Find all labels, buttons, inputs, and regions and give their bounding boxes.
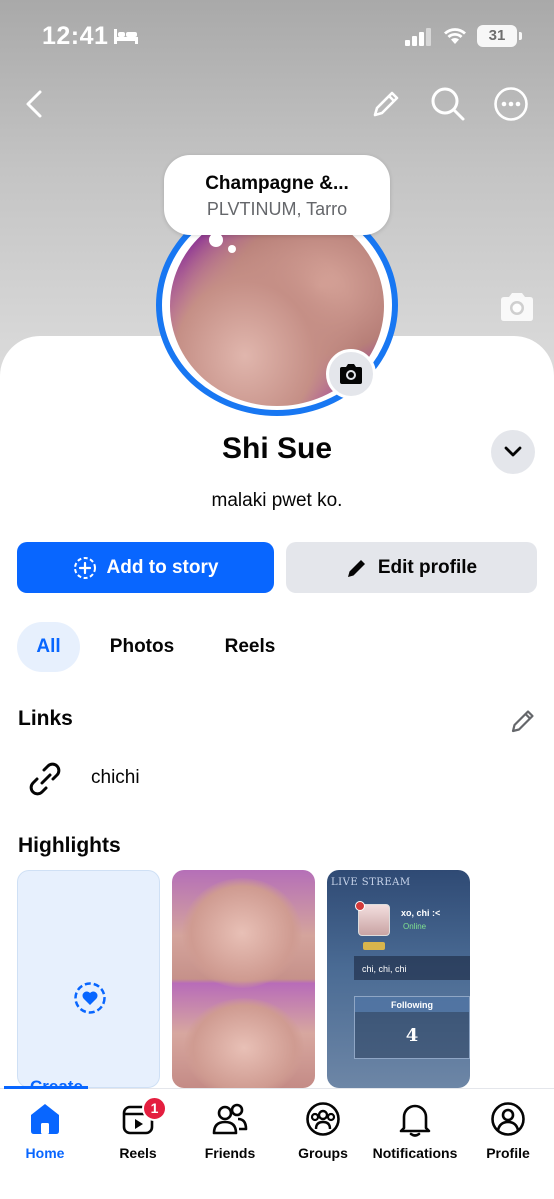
cover-camera-button[interactable] bbox=[498, 292, 536, 322]
more-button[interactable] bbox=[491, 84, 531, 124]
highlight-card-live[interactable]: LIVE STREAM xo, chi :< Online chi, chi, … bbox=[327, 870, 470, 1088]
home-icon bbox=[31, 1104, 59, 1134]
note-tail-dot bbox=[209, 233, 223, 247]
tab-profile[interactable]: Profile bbox=[460, 1098, 554, 1161]
note-title: Champagne &... bbox=[205, 173, 349, 194]
search-icon bbox=[431, 87, 465, 121]
expand-profile-button[interactable] bbox=[491, 430, 535, 474]
bell-icon bbox=[399, 1104, 431, 1137]
search-button[interactable] bbox=[428, 84, 468, 124]
back-button[interactable] bbox=[14, 84, 54, 124]
more-icon bbox=[494, 87, 528, 121]
signal-icon bbox=[405, 28, 433, 51]
tab-home-label: Home bbox=[25, 1145, 65, 1161]
tab-home[interactable]: Home bbox=[0, 1098, 93, 1161]
reels-notification-badge: 1 bbox=[142, 1096, 167, 1121]
live-status: Online bbox=[403, 922, 427, 931]
tab-reels[interactable]: Reels bbox=[210, 622, 290, 672]
create-highlight-card[interactable]: Create bbox=[17, 870, 160, 1088]
edit-button[interactable] bbox=[366, 84, 406, 124]
live-stream-title: LIVE STREAM bbox=[331, 877, 411, 888]
status-time: 12:41 bbox=[42, 22, 109, 50]
camera-icon bbox=[501, 293, 533, 321]
profile-bio: malaki pwet ko. bbox=[211, 490, 343, 511]
highlight-card[interactable] bbox=[172, 870, 315, 1088]
live-avatar bbox=[355, 901, 390, 936]
profile-icon bbox=[491, 1102, 525, 1136]
live-username: xo, chi :< bbox=[401, 908, 441, 918]
add-story-icon bbox=[73, 556, 96, 579]
groups-icon bbox=[306, 1102, 340, 1136]
active-tab-indicator bbox=[4, 1086, 88, 1089]
tab-profile-label: Profile bbox=[486, 1145, 530, 1161]
live-message: chi, chi, chi bbox=[362, 964, 407, 974]
edit-links-button[interactable] bbox=[509, 707, 537, 735]
note-subtitle: PLVTINUM, Tarro bbox=[206, 199, 348, 219]
note-tail-dot bbox=[228, 245, 236, 253]
tab-notifications-label: Notifications bbox=[372, 1145, 458, 1161]
add-to-story-label: Add to story bbox=[106, 556, 219, 578]
pencil-icon bbox=[347, 559, 365, 577]
edit-profile-label: Edit profile bbox=[377, 556, 478, 578]
tab-friends[interactable]: Friends bbox=[182, 1098, 278, 1161]
tab-reels[interactable]: 1 Reels bbox=[90, 1096, 186, 1161]
camera-icon bbox=[340, 364, 362, 384]
profile-name: Shi Sue bbox=[221, 432, 333, 465]
tab-all[interactable]: All bbox=[17, 622, 80, 672]
links-heading: Links bbox=[18, 707, 73, 730]
tab-groups[interactable]: Groups bbox=[275, 1098, 371, 1161]
pencil-icon bbox=[373, 91, 399, 117]
live-level-badge bbox=[363, 942, 385, 950]
battery-indicator: 31 bbox=[477, 25, 522, 47]
tab-groups-label: Groups bbox=[298, 1145, 348, 1161]
highlights-heading: Highlights bbox=[18, 834, 121, 857]
add-to-story-button[interactable]: Add to story bbox=[17, 542, 274, 593]
tab-notifications[interactable]: Notifications bbox=[367, 1098, 463, 1161]
wifi-icon bbox=[442, 25, 468, 50]
friends-icon bbox=[212, 1103, 248, 1135]
avatar-camera-button[interactable] bbox=[326, 349, 376, 399]
tab-friends-label: Friends bbox=[204, 1145, 256, 1161]
tab-photos[interactable]: Photos bbox=[92, 622, 192, 672]
sleep-icon bbox=[113, 27, 139, 50]
edit-profile-button[interactable]: Edit profile bbox=[286, 542, 537, 593]
pencil-icon bbox=[511, 710, 534, 733]
note-bubble[interactable]: Champagne &... PLVTINUM, Tarro bbox=[164, 155, 390, 235]
tab-reels-label: Reels bbox=[119, 1145, 157, 1161]
link-icon bbox=[26, 761, 64, 802]
link-item[interactable]: chichi bbox=[91, 767, 140, 789]
back-icon bbox=[26, 90, 42, 118]
chevron-down-icon bbox=[504, 446, 522, 457]
live-following-count: 4 bbox=[405, 1025, 419, 1046]
heart-circle-icon bbox=[73, 981, 107, 1020]
status-bar: 12:41 31 bbox=[0, 0, 554, 72]
live-following-label: Following bbox=[391, 1000, 433, 1010]
